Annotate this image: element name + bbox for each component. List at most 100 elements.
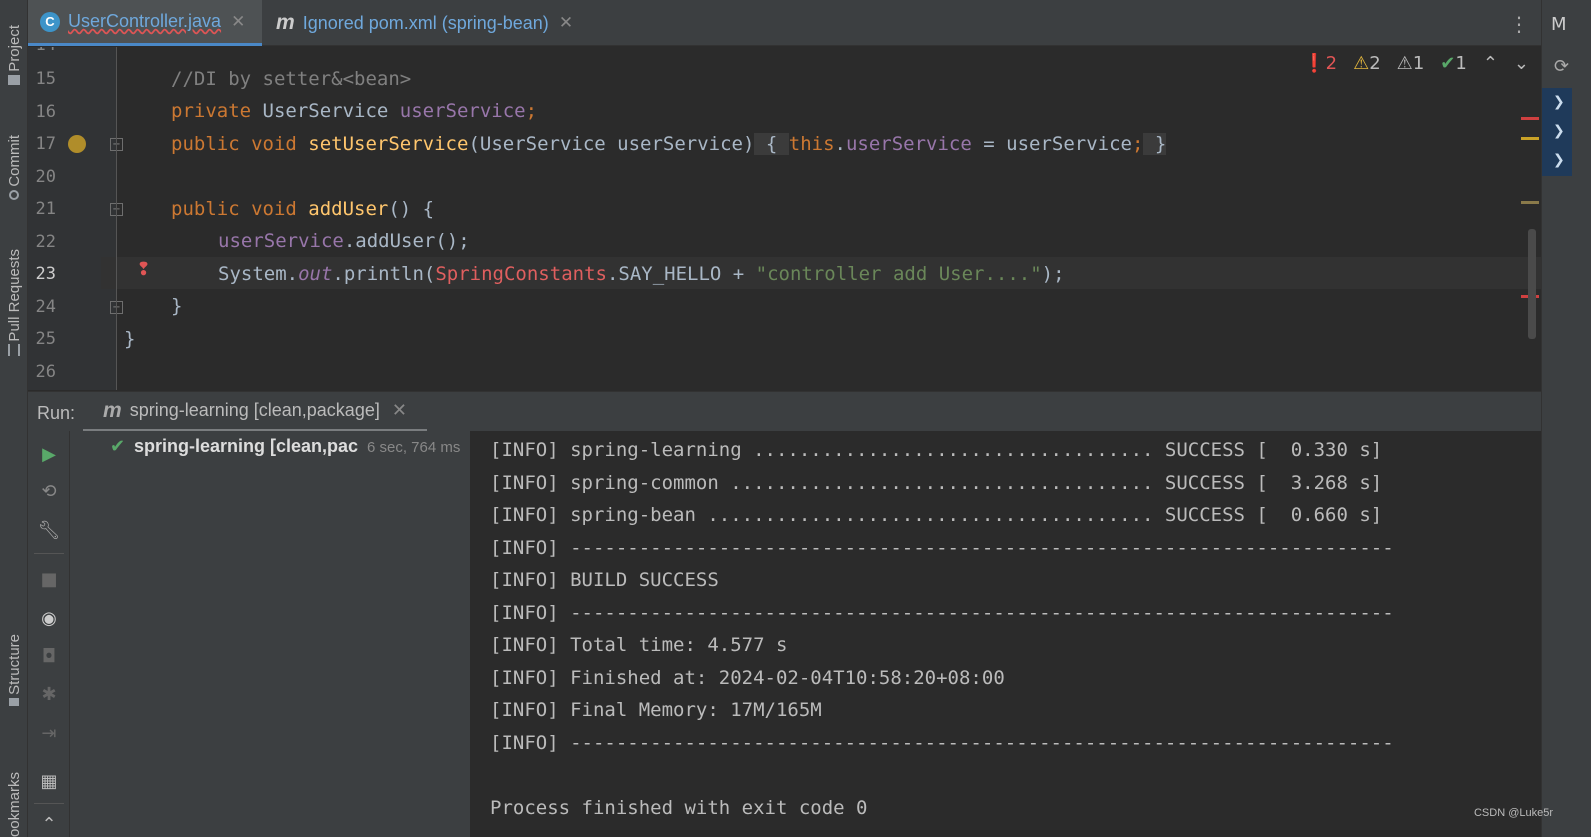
pull-requests-tool-button[interactable]: Pull Requests	[3, 235, 25, 370]
code-line-22: userService.addUser();	[218, 230, 470, 252]
console-line: [INFO] ---------------------------------…	[490, 602, 1394, 624]
code-line-21: public void addUser() {	[171, 198, 435, 220]
structure-icon	[9, 697, 19, 706]
console-line: [INFO] spring-learning .................…	[490, 439, 1383, 461]
chevron-up-icon[interactable]: ⌃	[1483, 53, 1498, 74]
warning-stripe-mark[interactable]	[1521, 137, 1539, 140]
wrench-icon[interactable]: 🔧︎	[36, 517, 62, 543]
typo-count[interactable]: ✔1	[1440, 53, 1467, 74]
error-stripe-mark[interactable]	[1521, 117, 1539, 120]
line-number: 17	[35, 134, 56, 154]
line-number: 15	[35, 69, 56, 89]
maven-icon: m	[103, 398, 122, 422]
commit-icon	[9, 189, 19, 200]
run-duration: 6 sec, 764 ms	[367, 439, 461, 456]
bug-icon[interactable]: ✱	[36, 681, 62, 707]
code-editor[interactable]: 14 15 16 17 20 21 22 23 24 25 26 ❢ + − −…	[28, 47, 1541, 390]
code-line-17: public void setUserService(UserService u…	[171, 133, 1167, 155]
line-number: 25	[35, 329, 56, 349]
watermark: CSDN @Luke5r	[1473, 807, 1553, 819]
line-number: 21	[35, 199, 56, 219]
commit-label: Commit	[5, 135, 23, 187]
editor-scrollbar[interactable]	[1528, 229, 1536, 339]
tab-label: Ignored pom.xml (spring-bean)	[302, 12, 549, 33]
run-toolbar: ▶ ⟲ 🔧︎ ■ ◉ ◘ ✱ ⇥ ▦ ⌃	[28, 431, 70, 837]
console-line: Process finished with exit code 0	[490, 797, 868, 819]
console-line: [INFO] ---------------------------------…	[490, 732, 1394, 754]
line-number: 20	[35, 167, 56, 187]
console-line: [INFO] spring-common ...................…	[490, 472, 1383, 494]
tab-pom-xml[interactable]: m Ignored pom.xml (spring-bean) ✕	[264, 0, 614, 46]
code-line-23: System.out.println(SpringConstants.SAY_H…	[218, 263, 1065, 285]
stop-icon[interactable]: ■	[36, 566, 62, 592]
success-check-icon: ✔	[110, 436, 126, 457]
chevron-right-icon[interactable]: ❯	[1542, 88, 1572, 117]
project-tool-button[interactable]: Project	[3, 10, 25, 100]
line-number: 26	[35, 362, 56, 382]
chevron-down-icon[interactable]: ⌄	[1514, 53, 1529, 74]
inspection-widget[interactable]: ❗2 ⚠2 ⚠1 ✔1 ⌃ ⌄	[1303, 53, 1529, 74]
maven-tool-button[interactable]: M	[1551, 14, 1567, 35]
editor-tab-bar: C UserController.java ✕ m Ignored pom.xm…	[28, 0, 1541, 46]
pull-request-icon	[8, 344, 20, 357]
maven-icon: m	[276, 11, 295, 34]
code-line-16: private UserService userService;	[171, 100, 538, 122]
console-line: [INFO] spring-bean .....................…	[490, 504, 1383, 526]
line-number: 14	[28, 47, 56, 55]
line-number: 23	[35, 264, 56, 284]
line-number: 22	[35, 232, 56, 252]
console-line: [INFO] BUILD SUCCESS	[490, 569, 719, 591]
chevron-right-icon[interactable]: ❯	[1542, 146, 1572, 175]
refresh-icon[interactable]: ⟳	[1554, 56, 1569, 77]
java-class-icon: C	[40, 11, 60, 32]
close-icon[interactable]: ✕	[231, 12, 245, 32]
close-icon[interactable]: ✕	[392, 400, 407, 421]
maven-expand-panel: ❯ ❯ ❯	[1542, 88, 1572, 176]
error-count[interactable]: ❗2	[1303, 53, 1337, 74]
close-icon[interactable]: ✕	[559, 13, 573, 33]
toolbar-divider	[34, 553, 64, 554]
exit-icon[interactable]: ⇥	[36, 720, 62, 746]
rerun-failed-icon[interactable]: ⟲	[36, 478, 62, 504]
error-bulb-icon[interactable]: ❢	[136, 259, 151, 280]
line-number: 24	[35, 297, 56, 317]
chevron-right-icon[interactable]: ❯	[1542, 117, 1572, 146]
toolbar-divider	[34, 803, 64, 804]
console-line: [INFO] ---------------------------------…	[490, 537, 1394, 559]
camera-icon[interactable]: ◘	[36, 643, 62, 669]
code-line-25: }	[124, 328, 136, 350]
run-tree: ✔ spring-learning [clean,pac 6 sec, 764 …	[70, 431, 471, 837]
commit-tool-button[interactable]: Commit	[3, 120, 25, 215]
console-line: [INFO] Total time: 4.577 s	[490, 634, 788, 656]
weak-warning-count[interactable]: ⚠1	[1397, 53, 1425, 74]
pull-requests-label: Pull Requests	[5, 248, 23, 342]
run-tab-label: spring-learning [clean,package]	[129, 400, 380, 420]
rerun-icon[interactable]: ▶	[36, 441, 62, 467]
project-label: Project	[5, 24, 23, 72]
tab-label: UserController.java	[68, 11, 222, 31]
bookmarks-tool-button[interactable]: ookmarks	[3, 745, 25, 837]
eye-icon[interactable]: ◉	[36, 605, 62, 631]
tab-usercontroller[interactable]: C UserController.java ✕	[28, 0, 262, 46]
folder-icon	[8, 75, 20, 86]
warning-count[interactable]: ⚠2	[1353, 53, 1381, 74]
run-tab[interactable]: m spring-learning [clean,package] ✕	[83, 392, 427, 432]
bean-gutter-icon[interactable]	[68, 135, 86, 153]
run-panel-header: Run: m spring-learning [clean,package] ✕	[28, 391, 1541, 432]
chevron-up-icon[interactable]: ⌃	[36, 811, 62, 837]
left-tool-strip: Project Commit Pull Requests Structure o…	[0, 0, 28, 837]
console-line: [INFO] Final Memory: 17M/165M	[490, 699, 822, 721]
more-options-icon[interactable]: ⋮	[1509, 12, 1529, 36]
structure-tool-button[interactable]: Structure	[3, 620, 25, 720]
bookmarks-label: ookmarks	[5, 771, 23, 837]
structure-label: Structure	[5, 634, 23, 695]
weak-stripe-mark[interactable]	[1521, 201, 1539, 204]
run-tree-item[interactable]: spring-learning [clean,pac	[134, 436, 362, 457]
layout-icon[interactable]: ▦	[36, 768, 62, 794]
code-line-24: }	[171, 295, 183, 317]
run-label: Run:	[37, 403, 76, 423]
console-output[interactable]: [INFO] spring-learning .................…	[471, 431, 1541, 837]
console-line: [INFO] Finished at: 2024-02-04T10:58:20+…	[490, 667, 1005, 689]
right-tool-strip: M ⟳ ❯ ❯ ❯	[1541, 0, 1591, 837]
gutter-separator	[116, 47, 117, 390]
